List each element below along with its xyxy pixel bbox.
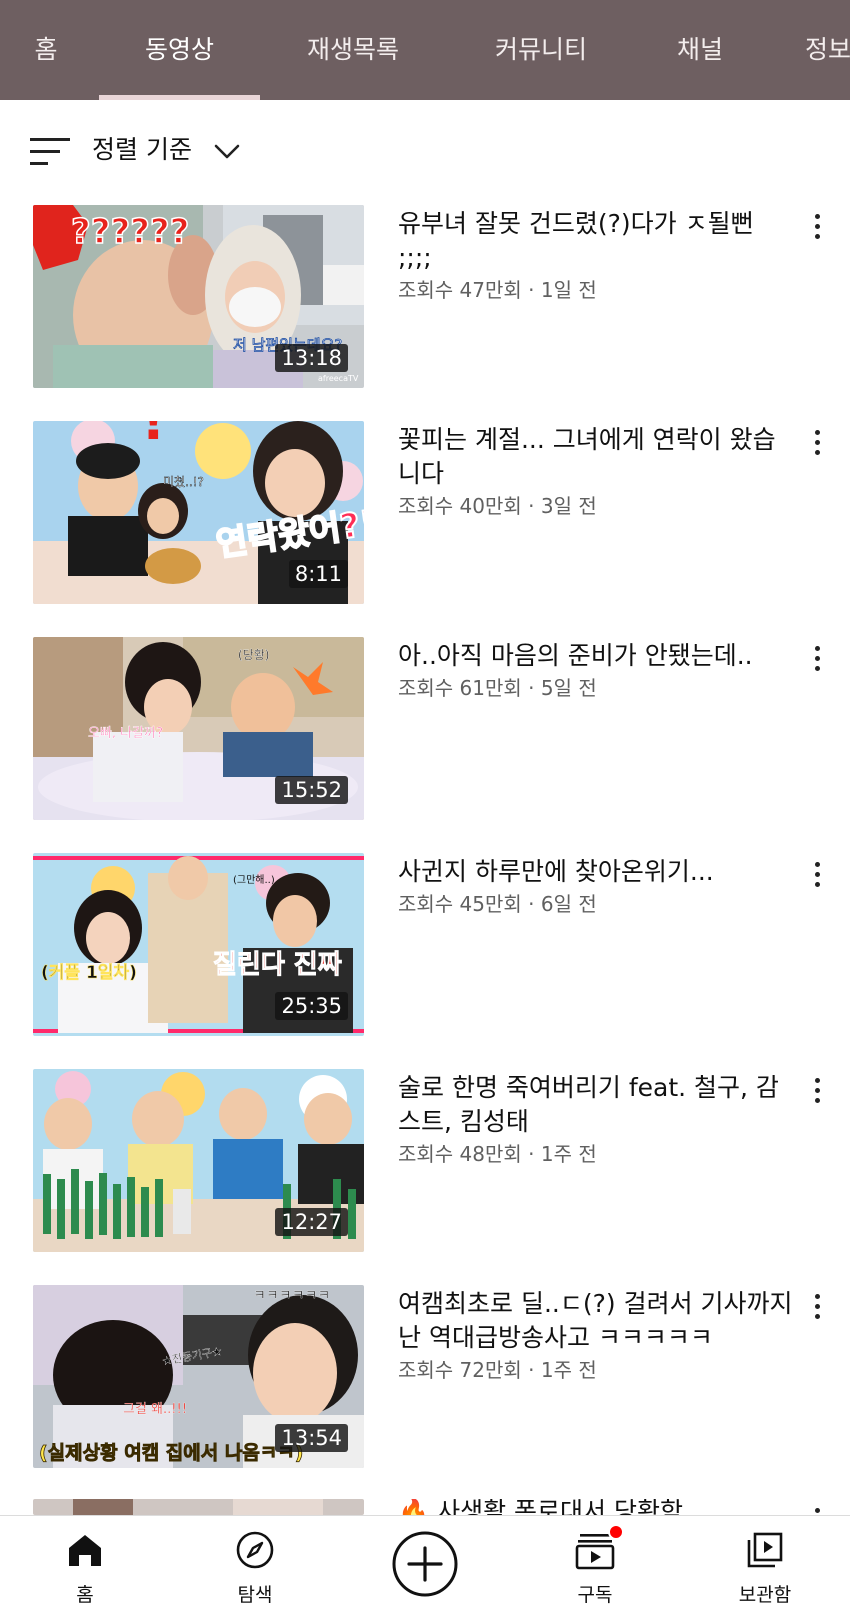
video-title[interactable]: 술로 한명 죽여버리기 feat. 철구, 감스트, 킴성태	[398, 1071, 793, 1139]
video-meta: 조회수 48만회 · 1주 전	[398, 1142, 597, 1166]
tab-channels[interactable]: 채널	[667, 0, 733, 100]
video-meta: 조회수 61만회 · 5일 전	[398, 676, 597, 700]
more-options-icon[interactable]	[810, 427, 826, 457]
home-icon	[69, 1535, 101, 1566]
tab-community[interactable]: 커뮤니티	[478, 0, 604, 100]
video-duration: 13:54	[275, 1424, 348, 1452]
video-title[interactable]: 유부녀 잘못 건드렸(?)다가 ㅈ될뻔 ;;;;	[398, 207, 793, 275]
notification-dot	[608, 1524, 624, 1540]
tab-home[interactable]: 홈	[28, 0, 64, 100]
thumbnail-caption: 그걸 왜..!!!	[123, 1402, 187, 1417]
library-icon	[747, 1532, 783, 1568]
nav-label: 홈	[76, 1584, 94, 1606]
video-thumbnail[interactable]: (당황) 오빠, 나갈까? 15:52	[33, 637, 364, 820]
more-options-icon[interactable]	[810, 859, 826, 889]
video-meta: 조회수 40만회 · 3일 전	[398, 494, 597, 518]
more-options-icon[interactable]	[810, 643, 826, 673]
thumbnail-caption: (그만해..)	[233, 873, 275, 886]
video-item[interactable]: 12:27 술로 한명 죽여버리기 feat. 철구, 감스트, 킴성태 조회수…	[0, 1069, 850, 1269]
nav-library[interactable]: 보관함	[705, 1516, 825, 1615]
channel-tab-bar: 홈 동영상 재생목록 커뮤니티 채널 정보	[0, 0, 850, 100]
video-duration: 12:27	[275, 1208, 348, 1236]
compass-icon	[236, 1531, 274, 1569]
video-meta: 조회수 72만회 · 1주 전	[398, 1358, 597, 1382]
thumbnail-caption: ㅋㅋㅋㅋㅋㅋ	[253, 1288, 330, 1304]
sort-icon	[30, 137, 70, 165]
create-icon	[392, 1531, 458, 1597]
more-options-icon[interactable]	[810, 1505, 826, 1515]
video-thumbnail[interactable]: ?????? 저 남편있는데요? afreecaTV 13:18	[33, 205, 364, 388]
video-duration: 15:52	[275, 776, 348, 804]
video-title[interactable]: 🔥 사생활 폭로대서 당황함	[398, 1499, 793, 1515]
video-item[interactable]: ㅋㅋㅋㅋㅋㅋ ★진동기구★ 그걸 왜..!!! (실제상황 여캠 집에서 나옴ㅋ…	[0, 1285, 850, 1485]
video-title-block[interactable]: 아..아직 마음의 준비가 안됐는데.. 조회수 61만회 · 5일 전	[398, 639, 793, 703]
video-thumbnail[interactable]: ! 미쳤..!? 연락왔어?! 8:11	[33, 421, 364, 604]
video-item[interactable]: (커플 1일차) 질린다 진짜 (그만해..) 25:35 사귄지 하루만에 찾…	[0, 853, 850, 1053]
video-thumbnail[interactable]: ㅋㅋㅋㅋㅋㅋ ★진동기구★ 그걸 왜..!!! (실제상황 여캠 집에서 나옴ㅋ…	[33, 1285, 364, 1468]
chevron-down-icon	[214, 144, 240, 159]
bottom-navigation: 홈 탐색 구독 보관함	[0, 1515, 850, 1615]
nav-explore[interactable]: 탐색	[195, 1516, 315, 1615]
video-title-block[interactable]: 사귄지 하루만에 찾아온위기... 조회수 45만회 · 6일 전	[398, 855, 793, 919]
more-options-icon[interactable]	[810, 1291, 826, 1321]
more-options-icon[interactable]	[810, 1075, 826, 1105]
thumbnail-caption: (당황)	[238, 648, 269, 662]
video-title-block[interactable]: 여캠최초로 딜..ㄷ(?) 걸려서 기사까지난 역대급방송사고 ㅋㅋㅋㅋㅋ 조회…	[398, 1287, 793, 1385]
thumbnail-caption: 미쳤..!?	[163, 475, 204, 489]
video-item[interactable]: ?????? 저 남편있는데요? afreecaTV 13:18 유부녀 잘못 …	[0, 205, 850, 405]
nav-subscriptions[interactable]: 구독	[535, 1516, 655, 1615]
thumbnail-caption: (실제상황 여캠 집에서 나옴ㅋㅋ)	[39, 1441, 303, 1464]
video-title[interactable]: 여캠최초로 딜..ㄷ(?) 걸려서 기사까지난 역대급방송사고 ㅋㅋㅋㅋㅋ	[398, 1287, 793, 1355]
video-title[interactable]: 꽃피는 계절... 그녀에게 연락이 왔습니다	[398, 423, 793, 491]
nav-label: 탐색	[237, 1584, 273, 1606]
nav-label: 구독	[577, 1584, 613, 1606]
watermark: afreecaTV	[318, 374, 359, 383]
thumbnail-caption: 오빠, 나갈까?	[88, 726, 163, 741]
nav-label: 보관함	[738, 1584, 792, 1606]
video-duration: 13:18	[275, 344, 348, 372]
video-title-block[interactable]: 꽃피는 계절... 그녀에게 연락이 왔습니다 조회수 40만회 · 3일 전	[398, 423, 793, 521]
nav-home[interactable]: 홈	[25, 1516, 145, 1615]
video-title[interactable]: 사귄지 하루만에 찾아온위기...	[398, 855, 793, 889]
video-thumbnail[interactable]: (커플 1일차) 질린다 진짜 (그만해..) 25:35	[33, 853, 364, 1036]
tab-videos[interactable]: 동영상	[99, 0, 260, 100]
tab-playlists[interactable]: 재생목록	[290, 0, 416, 100]
tab-about[interactable]: 정보	[805, 0, 850, 100]
sort-label: 정렬 기준	[92, 135, 192, 164]
video-title[interactable]: 아..아직 마음의 준비가 안됐는데..	[398, 639, 793, 673]
nav-create[interactable]	[365, 1516, 485, 1615]
video-meta: 조회수 47만회 · 1일 전	[398, 278, 597, 302]
video-item[interactable]: (당황) 오빠, 나갈까? 15:52 아..아직 마음의 준비가 안됐는데..…	[0, 637, 850, 837]
video-item[interactable]: ! 미쳤..!? 연락왔어?! 8:11 꽃피는 계절... 그녀에게 연락이 …	[0, 421, 850, 621]
thumbnail-caption: (커플 1일차)	[41, 963, 137, 983]
video-thumbnail[interactable]: 12:27	[33, 1069, 364, 1252]
more-options-icon[interactable]	[810, 211, 826, 241]
video-title-block[interactable]: 술로 한명 죽여버리기 feat. 철구, 감스트, 킴성태 조회수 48만회 …	[398, 1071, 793, 1169]
svg-text:!: !	[141, 421, 166, 452]
thumbnail-caption: 질린다 진짜	[213, 950, 342, 980]
video-title-block[interactable]: 유부녀 잘못 건드렸(?)다가 ㅈ될뻔 ;;;; 조회수 47만회 · 1일 전	[398, 207, 793, 305]
video-item[interactable]: 🔥 사생활 폭로대서 당황함	[0, 1499, 850, 1515]
video-duration: 8:11	[288, 560, 348, 588]
video-meta: 조회수 45만회 · 6일 전	[398, 892, 597, 916]
sort-row[interactable]: 정렬 기준	[0, 100, 850, 204]
video-duration: 25:35	[275, 992, 348, 1020]
video-thumbnail[interactable]	[33, 1499, 364, 1515]
thumbnail-caption: ??????	[71, 212, 189, 252]
